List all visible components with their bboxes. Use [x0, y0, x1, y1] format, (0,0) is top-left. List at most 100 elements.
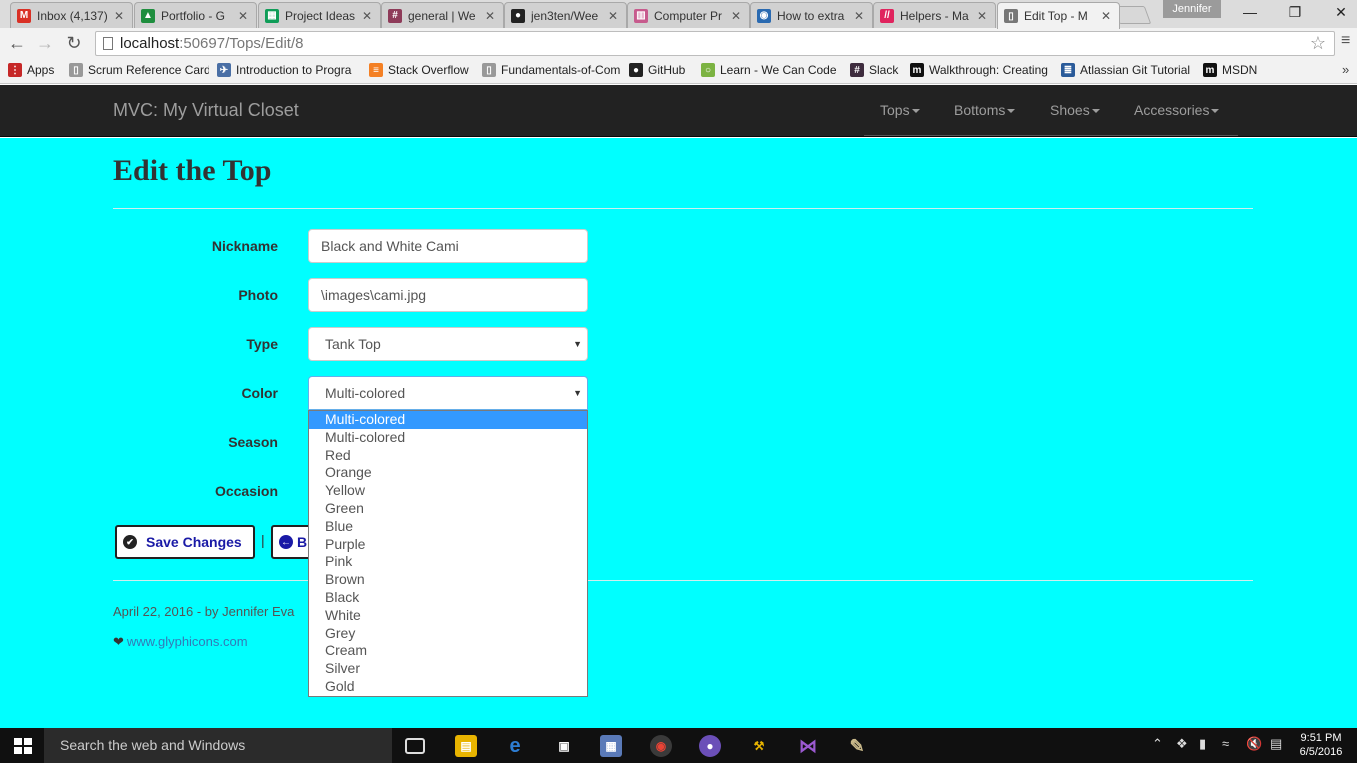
volume-muted-icon[interactable]: 🔇	[1246, 736, 1262, 752]
windows-start-icon[interactable]	[14, 738, 32, 754]
taskbar-clock[interactable]: 9:51 PM 6/5/2016	[1296, 731, 1346, 759]
browser-tab[interactable]: ▯ Edit Top - M ✕	[997, 2, 1120, 29]
browser-tab[interactable]: ▲ Portfolio - G ✕	[134, 2, 257, 28]
tab-close-icon[interactable]: ✕	[362, 9, 374, 23]
color-option[interactable]: Multi-colored	[309, 429, 587, 447]
bookmark-item[interactable]: ● GitHub	[629, 63, 691, 77]
browser-tab[interactable]: ◉ How to extra ✕	[750, 2, 873, 28]
bookmark-item[interactable]: ○ Learn - We Can Code	[701, 63, 841, 77]
bookmark-item[interactable]: m Walkthrough: Creating	[910, 63, 1050, 77]
color-dropdown-list[interactable]: Multi-colored Multi-colored Red Orange Yello…	[308, 410, 588, 697]
nav-accessories[interactable]: Accessories	[1134, 102, 1220, 118]
tab-close-icon[interactable]: ✕	[977, 9, 989, 23]
tab-title: Inbox (4,137)	[37, 8, 108, 23]
clock-time: 9:51 PM	[1300, 732, 1342, 744]
wifi-icon[interactable]: ≈	[1222, 736, 1229, 751]
profile-button[interactable]: Jennifer	[1163, 0, 1221, 18]
edge-icon[interactable]: e	[504, 735, 526, 757]
bookmark-item[interactable]: ≣ Atlassian Git Tutorial	[1061, 63, 1196, 77]
reload-icon[interactable]: ↻	[63, 32, 85, 54]
store-icon[interactable]: ▣	[553, 735, 575, 757]
tab-close-icon[interactable]: ✕	[238, 9, 250, 23]
notifications-icon[interactable]: ▤	[1270, 736, 1282, 752]
bookmark-star-icon[interactable]: ☆	[1310, 32, 1326, 55]
bookmarks-bar: ⋮ Apps ▯ Scrum Reference Card ✈ Introduction …	[0, 58, 1357, 84]
caret-down-icon	[1007, 109, 1016, 114]
color-option[interactable]: Orange	[309, 464, 587, 482]
bookmark-item[interactable]: ✈ Introduction to Progra	[217, 63, 362, 77]
tab-close-icon[interactable]: ✕	[114, 9, 126, 23]
bookmark-icon: #	[850, 63, 864, 77]
address-bar[interactable]: localhost:50697/Tops/Edit/8 ☆	[95, 31, 1335, 56]
close-window-button[interactable]: ✕	[1318, 0, 1357, 26]
nav-shoes[interactable]: Shoes	[1050, 102, 1100, 118]
bookmark-label: Apps	[27, 63, 55, 77]
nickname-label: Nickname	[211, 238, 278, 254]
github-desktop-icon[interactable]: ●	[699, 735, 721, 757]
tab-close-icon[interactable]: ✕	[485, 9, 497, 23]
bookmark-item[interactable]: ▯ Fundamentals-of-Com	[482, 63, 622, 77]
browser-tab[interactable]: ▥ Computer Pr ✕	[627, 2, 750, 28]
color-select[interactable]: Multi-colored ▼	[308, 376, 588, 410]
type-label: Type	[246, 336, 278, 352]
color-option[interactable]: Silver	[309, 660, 587, 678]
chrome-menu-icon[interactable]: ≡	[1341, 32, 1350, 50]
color-option[interactable]: Black	[309, 589, 587, 607]
nickname-input[interactable]: Black and White Cami	[308, 229, 588, 263]
tab-title: Computer Pr	[654, 8, 723, 23]
color-option[interactable]: Gold	[309, 678, 587, 696]
color-option[interactable]: Multi-colored	[309, 411, 587, 429]
bookmark-item[interactable]: ⋮ Apps	[8, 63, 63, 77]
tools-icon[interactable]: ⚒	[748, 735, 770, 757]
forward-arrow-icon[interactable]: →	[34, 32, 56, 54]
task-view-icon[interactable]	[405, 738, 425, 754]
bookmark-item[interactable]: # Slack	[850, 63, 900, 77]
paint-icon[interactable]: ✎	[846, 735, 868, 757]
tab-close-icon[interactable]: ✕	[854, 9, 866, 23]
color-option[interactable]: Brown	[309, 571, 587, 589]
dropbox-icon[interactable]: ❖	[1176, 736, 1188, 752]
bookmark-item[interactable]: ▯ Scrum Reference Card	[69, 63, 209, 77]
tab-close-icon[interactable]: ✕	[731, 9, 743, 23]
save-changes-button[interactable]: ✔ Save Changes	[115, 525, 255, 559]
color-option[interactable]: Blue	[309, 518, 587, 536]
tab-close-icon[interactable]: ✕	[1101, 9, 1113, 23]
back-to-list-button[interactable]: ← B	[271, 525, 311, 559]
bookmark-icon: ✈	[217, 63, 231, 77]
type-select[interactable]: Tank Top ▼	[308, 327, 588, 361]
color-option[interactable]: Grey	[309, 625, 587, 643]
color-option[interactable]: Pink	[309, 553, 587, 571]
footer-date: April 22, 2016 - by Jennifer Eva	[113, 604, 295, 619]
color-option[interactable]: Yellow	[309, 482, 587, 500]
tab-favicon-icon: #	[388, 8, 402, 23]
visual-studio-icon[interactable]: ⋈	[797, 735, 819, 757]
nav-bottoms[interactable]: Bottoms	[954, 102, 1016, 118]
restore-button[interactable]: ❐	[1272, 0, 1318, 26]
minimize-button[interactable]: —	[1227, 0, 1273, 26]
color-option[interactable]: Red	[309, 447, 587, 465]
color-option[interactable]: Green	[309, 500, 587, 518]
browser-tab[interactable]: ● jen3ten/Wee ✕	[504, 2, 627, 28]
taskbar-search-box[interactable]: Search the web and Windows	[44, 728, 392, 763]
more-bookmarks-icon[interactable]: »	[1342, 62, 1349, 77]
file-explorer-icon[interactable]: ▤	[455, 735, 477, 757]
browser-tab[interactable]: # general | We ✕	[381, 2, 504, 28]
browser-tab[interactable]: ▦ Project Ideas ✕	[258, 2, 381, 28]
chrome-icon[interactable]: ◉	[650, 735, 672, 757]
color-option[interactable]: White	[309, 607, 587, 625]
remote-desktop-icon[interactable]: ▦	[600, 735, 622, 757]
browser-tab[interactable]: // Helpers - Ma ✕	[873, 2, 996, 28]
browser-tab[interactable]: M Inbox (4,137) ✕	[10, 2, 133, 28]
color-option[interactable]: Purple	[309, 536, 587, 554]
tray-chevron-icon[interactable]: ⌃	[1152, 736, 1163, 752]
bookmark-item[interactable]: ≡ Stack Overflow	[369, 63, 474, 77]
nav-tops[interactable]: Tops	[880, 102, 920, 118]
battery-icon[interactable]: ▮	[1199, 736, 1206, 752]
color-option[interactable]: Cream	[309, 642, 587, 660]
bookmark-item[interactable]: m MSDN	[1203, 63, 1263, 77]
site-brand[interactable]: MVC: My Virtual Closet	[113, 100, 299, 121]
glyphicons-link[interactable]: www.glyphicons.com	[127, 634, 248, 649]
back-arrow-icon[interactable]: ←	[6, 32, 28, 54]
tab-close-icon[interactable]: ✕	[608, 9, 620, 23]
photo-input[interactable]: \images\cami.jpg	[308, 278, 588, 312]
